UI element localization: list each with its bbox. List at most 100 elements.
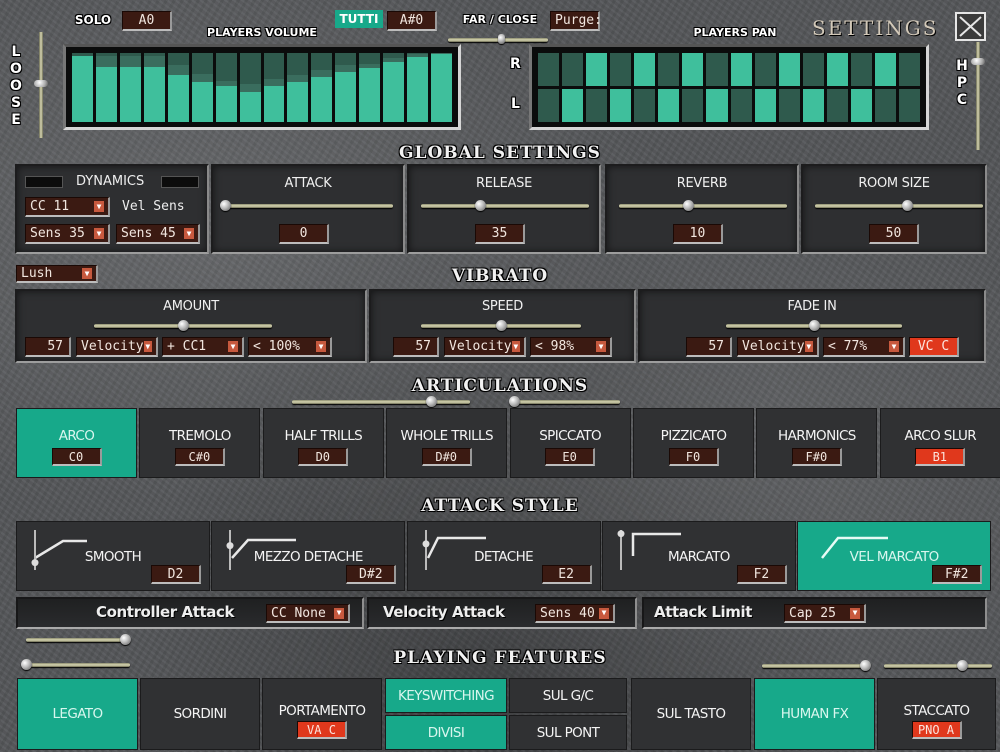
pan-column[interactable] <box>706 53 728 122</box>
articulation-key[interactable]: F#0 <box>791 448 842 466</box>
release-value[interactable]: 35 <box>475 224 525 244</box>
articulation-key[interactable]: D0 <box>298 448 349 466</box>
vibrato-fade-in-limit-dropdown[interactable]: < 77% ▼ <box>823 337 905 357</box>
articulations-slider-b[interactable] <box>509 396 620 407</box>
loose-slider-knob[interactable] <box>34 79 48 87</box>
attack-limit-dropdown[interactable]: Cap 25 ▼ <box>784 604 866 623</box>
vibrato-fade-in-value[interactable]: 57 <box>686 337 732 357</box>
articulation-key[interactable]: B1 <box>915 448 966 466</box>
attack-value[interactable]: 0 <box>279 224 329 244</box>
human-fx-button[interactable]: HUMAN FX <box>754 678 875 750</box>
attack-style-button[interactable]: MEZZO DETACHE D#2 <box>211 521 406 591</box>
attack-style-button[interactable]: DETACHE E2 <box>406 521 601 591</box>
players-pan-meter[interactable] <box>529 44 929 130</box>
vibrato-speed-value[interactable]: 57 <box>393 337 439 357</box>
loose-slider[interactable] <box>34 32 48 138</box>
keyswitching-button[interactable]: KEYSWITCHING <box>385 678 507 713</box>
articulation-button[interactable]: TREMOLO C#0 <box>139 408 261 478</box>
pan-column[interactable] <box>658 53 680 122</box>
volume-bar[interactable] <box>215 53 237 122</box>
portamento-button[interactable]: PORTAMENTO VA C <box>262 678 382 750</box>
vibrato-speed-mode-dropdown[interactable]: Velocity ▼ <box>444 337 526 357</box>
vibrato-speed-limit-dropdown[interactable]: < 98% ▼ <box>530 337 612 357</box>
legato-button[interactable]: LEGATO <box>17 678 138 750</box>
pan-column[interactable] <box>634 53 656 122</box>
pan-column[interactable] <box>682 53 704 122</box>
articulation-key[interactable]: D#0 <box>421 448 472 466</box>
pan-column[interactable] <box>610 53 632 122</box>
vibrato-speed-slider[interactable] <box>421 320 581 331</box>
playing-features-slider-right-a-knob[interactable] <box>859 660 871 671</box>
pan-column[interactable] <box>850 53 872 122</box>
pan-column[interactable] <box>898 53 920 122</box>
articulation-button[interactable]: WHOLE TRILLS D#0 <box>386 408 508 478</box>
players-volume-meter[interactable] <box>63 44 461 130</box>
volume-bar[interactable] <box>431 53 452 122</box>
tutti-button[interactable]: TUTTI <box>335 10 383 28</box>
volume-bar[interactable] <box>407 53 429 122</box>
articulation-button[interactable]: SPICCATO E0 <box>509 408 631 478</box>
articulation-key[interactable]: C#0 <box>174 448 225 466</box>
vibrato-amount-value[interactable]: 57 <box>25 337 71 357</box>
articulation-button[interactable]: ARCO C0 <box>16 408 137 478</box>
articulations-slider-a[interactable] <box>292 396 470 407</box>
tutti-key-field[interactable]: A#0 <box>387 11 437 31</box>
articulation-key[interactable]: E0 <box>545 448 596 466</box>
sul-gc-button[interactable]: SUL G/C <box>509 678 627 713</box>
purge-field[interactable]: Purge: <box>550 11 602 31</box>
reverb-value[interactable]: 10 <box>673 224 723 244</box>
sul-pont-button[interactable]: SUL PONT <box>509 715 627 750</box>
attack-style-button[interactable]: SMOOTH D2 <box>16 521 210 591</box>
staccato-button[interactable]: STACCATO PNO A <box>877 678 996 750</box>
articulations-slider-b-knob[interactable] <box>509 396 520 407</box>
attack-slider-knob[interactable] <box>220 200 231 211</box>
playing-features-slider-left-b-knob[interactable] <box>21 659 32 670</box>
hpc-slider-knob[interactable] <box>971 58 985 66</box>
articulation-key[interactable]: F0 <box>668 448 719 466</box>
dynamics-cc-dropdown[interactable]: CC 11 ▼ <box>25 197 110 217</box>
volume-bar[interactable] <box>239 53 261 122</box>
vibrato-fade-in-slider-knob[interactable] <box>809 320 820 331</box>
attack-style-key[interactable]: D#2 <box>346 565 397 584</box>
vibrato-amount-slider[interactable] <box>94 320 272 331</box>
volume-bar[interactable] <box>95 53 117 122</box>
attack-style-button[interactable]: VEL MARCATO F#2 <box>797 521 992 591</box>
articulation-button[interactable]: PIZZICATO F0 <box>633 408 754 478</box>
velocity-attack-dropdown[interactable]: Sens 40 ▼ <box>535 604 615 623</box>
vibrato-fade-in-slider[interactable] <box>726 320 902 331</box>
reverb-slider-knob[interactable] <box>682 200 694 211</box>
volume-bar[interactable] <box>335 53 357 122</box>
playing-features-slider-left-b[interactable] <box>21 659 130 670</box>
vibrato-fade-in-key[interactable]: VC C <box>909 337 959 357</box>
playing-features-slider-left-a-knob[interactable] <box>119 634 131 645</box>
attack-style-key[interactable]: F#2 <box>932 565 983 584</box>
vibrato-fade-in-mode-dropdown[interactable]: Velocity ▼ <box>737 337 819 357</box>
vibrato-preset-dropdown[interactable]: Lush ▼ <box>16 265 98 283</box>
attack-style-key[interactable]: E2 <box>541 565 592 584</box>
vibrato-amount-limit-dropdown[interactable]: < 100% ▼ <box>248 337 332 357</box>
articulation-button[interactable]: HALF TRILLS D0 <box>262 408 384 478</box>
volume-bar[interactable] <box>263 53 285 122</box>
volume-bar[interactable] <box>119 53 141 122</box>
pan-column[interactable] <box>538 53 560 122</box>
volume-bar[interactable] <box>311 53 333 122</box>
divisi-button[interactable]: DIVISI <box>385 715 507 750</box>
vibrato-amount-slider-knob[interactable] <box>178 320 189 331</box>
room-size-slider-knob[interactable] <box>902 200 914 211</box>
playing-features-slider-left-a[interactable] <box>26 634 131 645</box>
staccato-key[interactable]: PNO A <box>911 721 962 739</box>
solo-key-field[interactable]: A0 <box>122 11 172 31</box>
pan-column[interactable] <box>826 53 848 122</box>
pan-column[interactable] <box>586 53 608 122</box>
volume-bar[interactable] <box>359 53 381 122</box>
room-size-slider[interactable] <box>815 200 983 211</box>
portamento-key[interactable]: VA C <box>297 721 347 739</box>
attack-style-key[interactable]: D2 <box>151 565 201 584</box>
dynamics-sens-a-dropdown[interactable]: Sens 35 ▼ <box>25 224 110 244</box>
volume-bar[interactable] <box>191 53 213 122</box>
pan-column[interactable] <box>778 53 800 122</box>
vibrato-amount-mod-dropdown[interactable]: + CC1 ▼ <box>162 337 244 357</box>
volume-bar[interactable] <box>72 53 93 122</box>
volume-bar[interactable] <box>143 53 165 122</box>
articulations-slider-a-knob[interactable] <box>425 396 437 407</box>
